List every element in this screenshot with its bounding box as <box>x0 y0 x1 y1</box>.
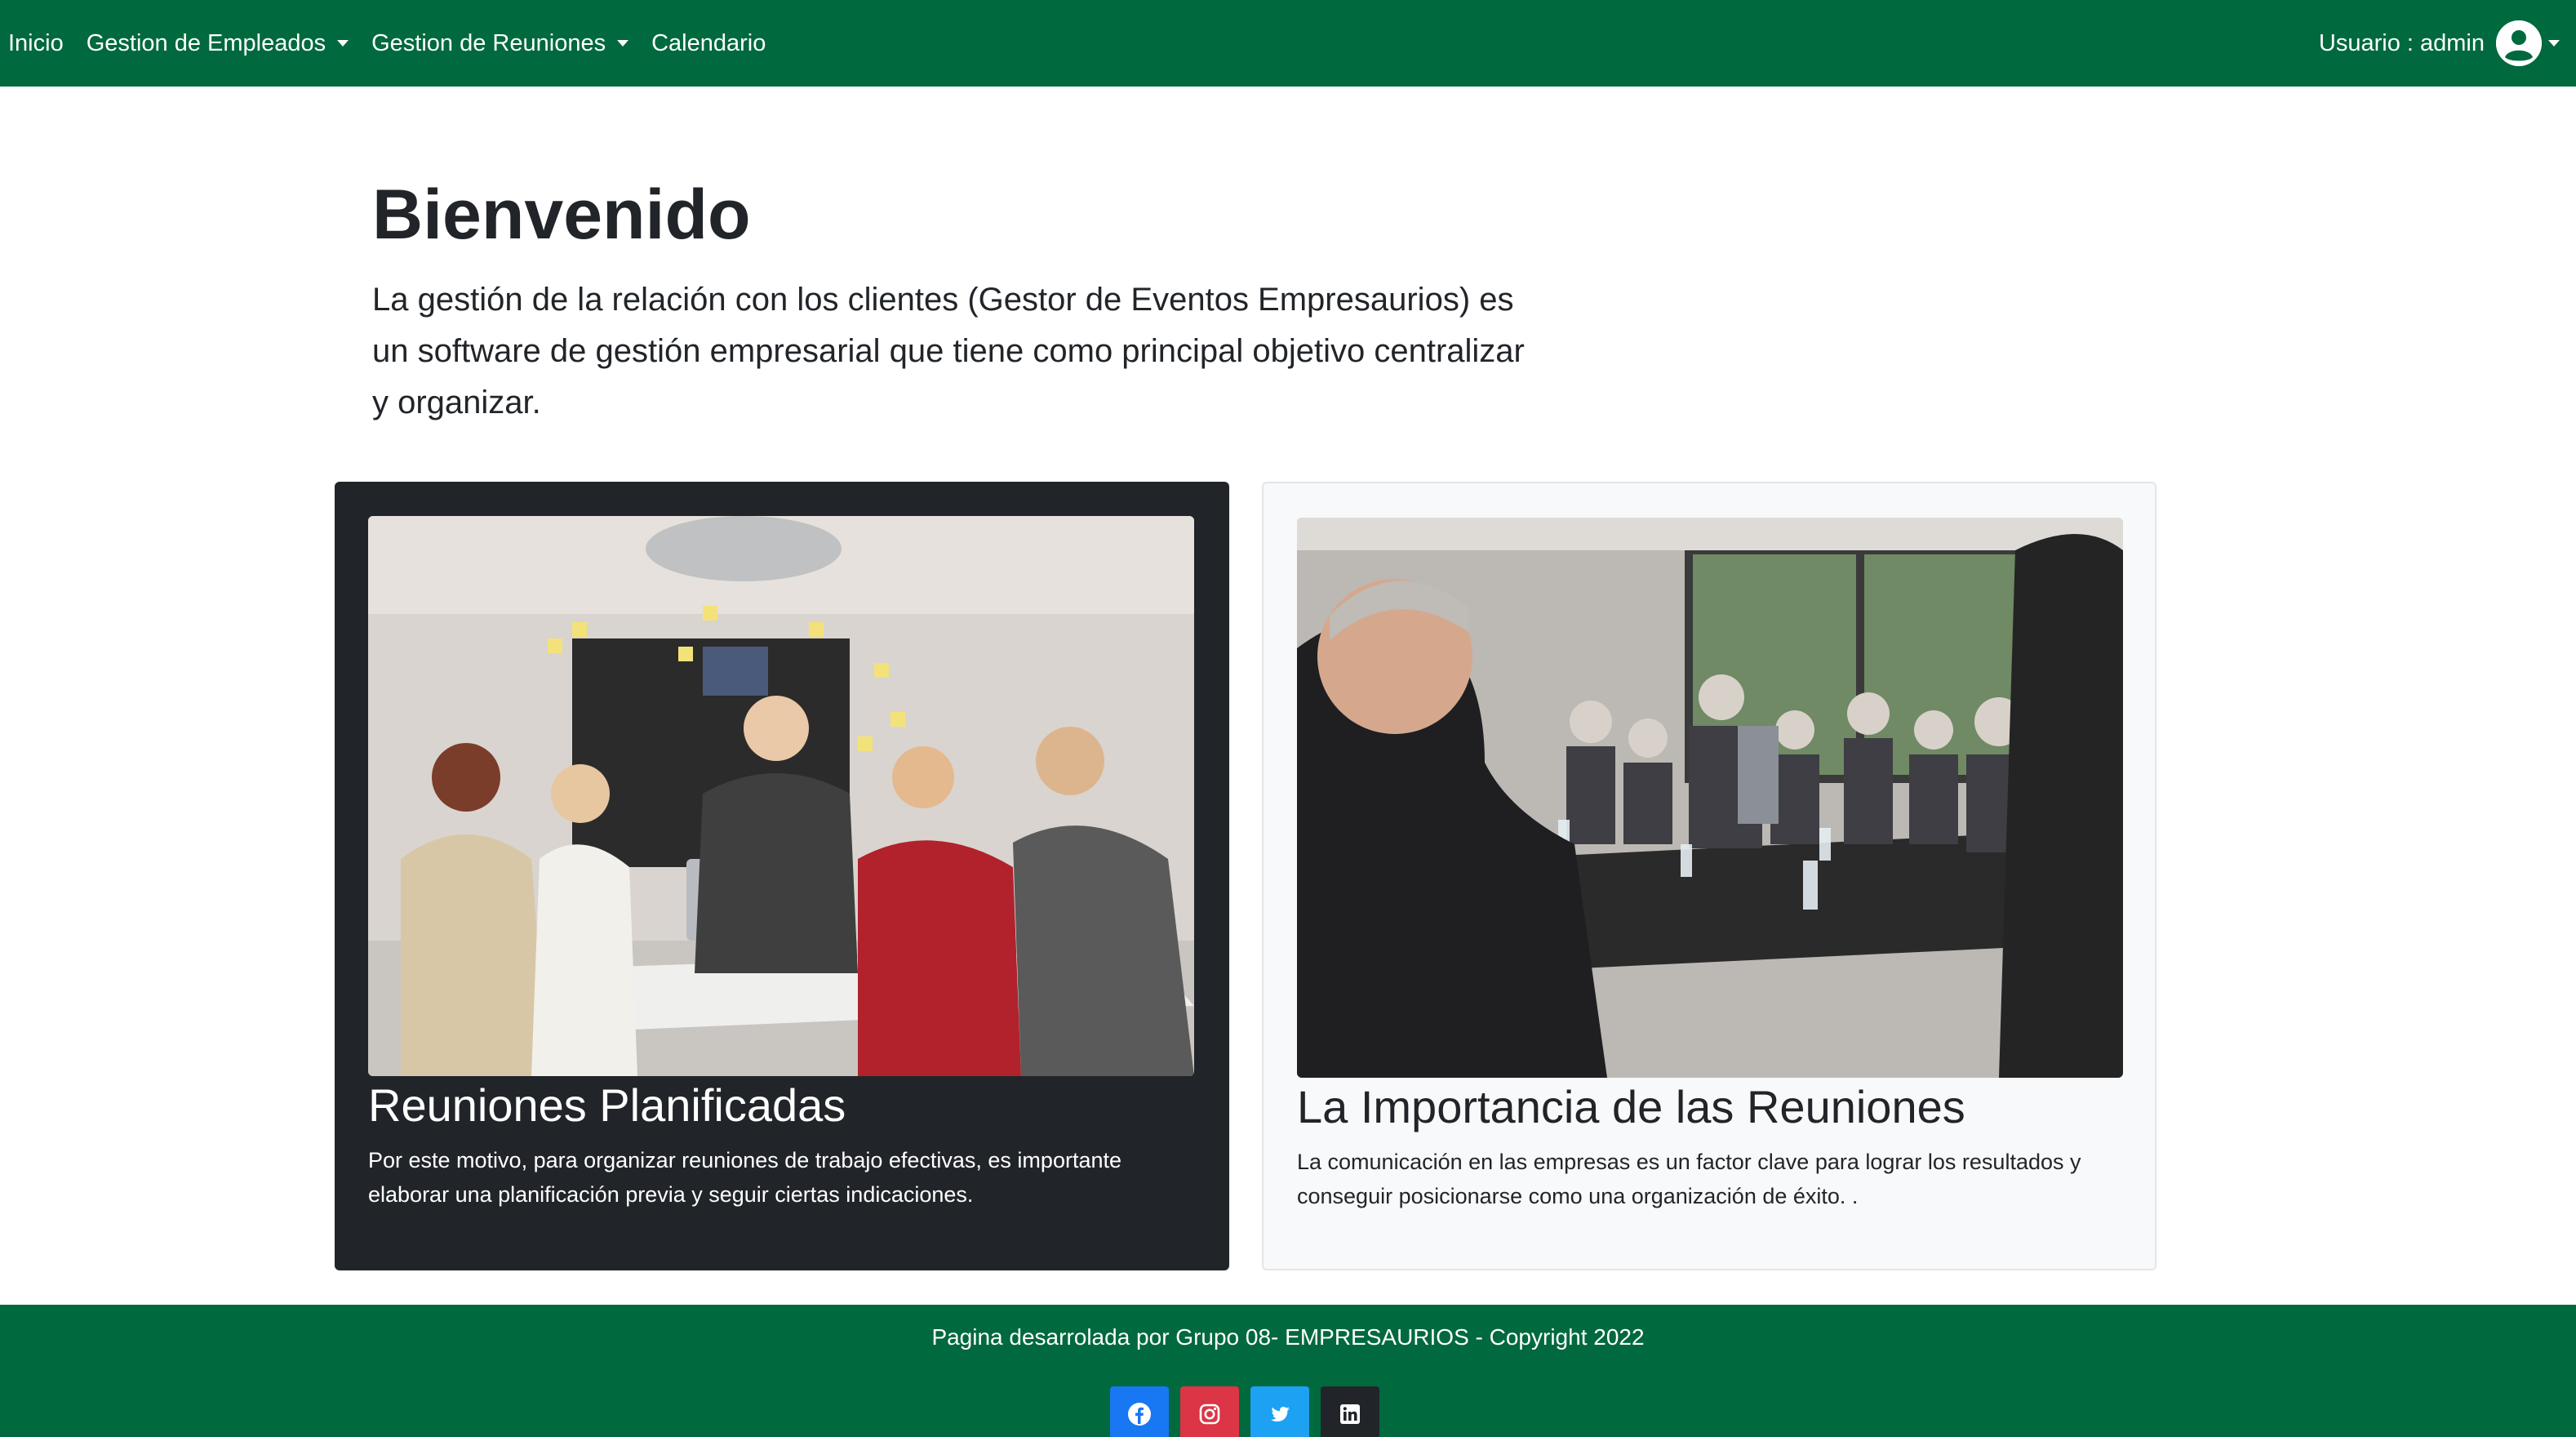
user-label: Usuario : admin <box>2318 29 2485 56</box>
footer: Pagina desarrolada por Grupo 08- EMPRESA… <box>0 1305 2576 1437</box>
card-text: La comunicación en las empresas es un fa… <box>1297 1150 2081 1208</box>
linkedin-button[interactable] <box>1321 1386 1379 1437</box>
social-links <box>1110 1386 1379 1437</box>
footer-copyright: Pagina desarrolada por Grupo 08- EMPRESA… <box>931 1324 1645 1350</box>
card-reuniones-planificadas: Reuniones Planificadas Por este motivo, … <box>335 482 1229 1270</box>
nav-item-gestion-empleados[interactable]: Gestion de Empleados <box>87 30 349 57</box>
nav-item-gestion-reuniones[interactable]: Gestion de Reuniones <box>371 29 629 57</box>
facebook-icon <box>1127 1402 1152 1430</box>
facebook-button[interactable] <box>1110 1386 1169 1437</box>
instagram-icon <box>1197 1402 1222 1430</box>
user-menu[interactable]: Usuario : admin <box>2319 0 2560 87</box>
card-importancia-reuniones: La Importancia de las Reuniones La comun… <box>1262 482 2156 1270</box>
nav-item-label: Gestion de Reuniones <box>371 29 606 56</box>
nav-item-label: Gestion de Empleados <box>86 29 326 56</box>
nav-item-label: Inicio <box>8 29 64 56</box>
instagram-button[interactable] <box>1180 1386 1239 1437</box>
card-text: Por este motivo, para organizar reunione… <box>368 1148 1121 1207</box>
conference-room-photo <box>1297 518 2123 1078</box>
team-meeting-photo <box>368 516 1194 1076</box>
nav-item-calendario[interactable]: Calendario <box>651 30 766 57</box>
intro-text: La gestión de la relación con los client… <box>372 282 1525 420</box>
caret-down-icon <box>2548 40 2560 47</box>
card-title: Reuniones Planificadas <box>368 1079 846 1131</box>
page-title: Bienvenido <box>372 176 751 254</box>
twitter-icon <box>1268 1402 1292 1430</box>
page: Inicio Gestion de Empleados Gestion de R… <box>0 0 2576 1437</box>
twitter-button[interactable] <box>1250 1386 1309 1437</box>
nav-links: Inicio Gestion de Empleados Gestion de R… <box>8 0 766 87</box>
caret-down-icon <box>337 40 349 47</box>
nav-item-inicio[interactable]: Inicio <box>8 30 64 57</box>
card-title: La Importancia de las Reuniones <box>1297 1081 1965 1132</box>
top-navbar: Inicio Gestion de Empleados Gestion de R… <box>0 0 2576 87</box>
user-circle-icon <box>2496 20 2542 66</box>
linkedin-icon <box>1338 1402 1362 1430</box>
nav-item-label: Calendario <box>651 29 766 56</box>
caret-down-icon <box>617 40 629 47</box>
